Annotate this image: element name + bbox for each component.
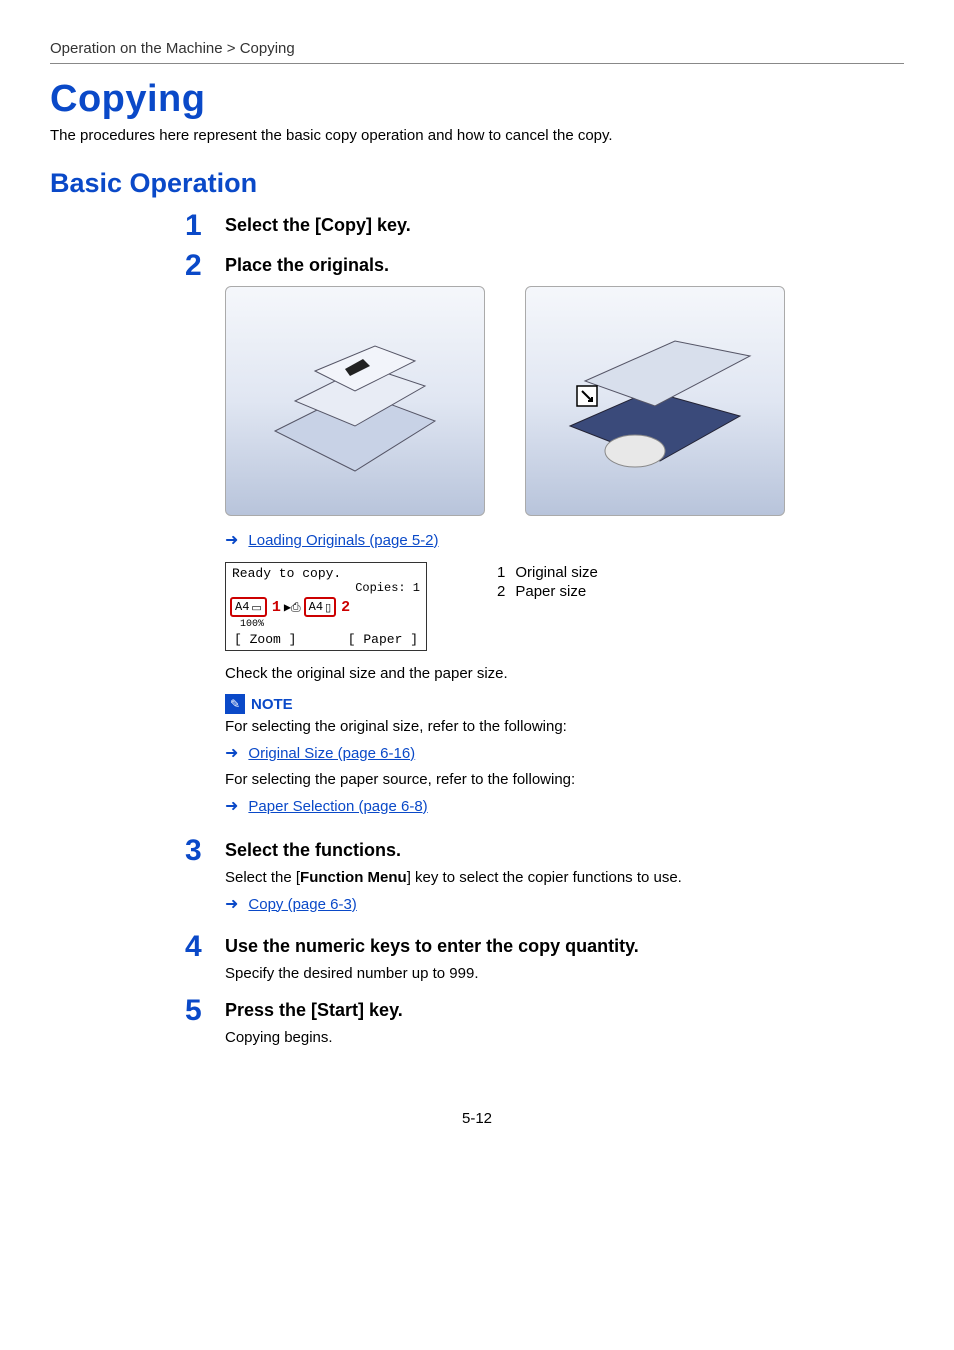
lcd-paper-size: A4 [309, 600, 323, 614]
intro-text: The procedures here represent the basic … [50, 127, 904, 144]
divider [50, 63, 904, 64]
lcd-paper-size-box: A4▯ [304, 597, 336, 617]
lcd-tab-paper: [ Paper ] [348, 632, 418, 647]
step-title: Press the [Start] key. [225, 1000, 904, 1021]
legend-text: Paper size [515, 583, 586, 600]
loading-originals-link[interactable]: Loading Originals (page 5-2) [248, 532, 438, 549]
lcd-tab-zoom: [ Zoom ] [234, 632, 296, 647]
page-number: 5-12 [50, 1110, 904, 1127]
link-row: ➜ Paper Selection (page 6-8) [225, 796, 904, 816]
lcd-original-size-box: A4▭ [230, 597, 267, 617]
legend-num: 2 [497, 583, 505, 600]
link-row: ➜ Copy (page 6-3) [225, 894, 904, 914]
step-title: Place the originals. [225, 255, 904, 276]
breadcrumb: Operation on the Machine > Copying [50, 40, 904, 63]
arrow-right-icon: ➜ [225, 894, 238, 914]
step-4: 4 Use the numeric keys to enter the copy… [50, 936, 904, 986]
illustration-row [225, 286, 904, 516]
note-text-2: For selecting the paper source, refer to… [225, 771, 904, 788]
legend-num: 1 [497, 564, 505, 581]
step-text: Select the [Function Menu] key to select… [225, 869, 904, 886]
lcd-copies: Copies: 1 [226, 581, 426, 595]
note-icon: ✎ [225, 694, 245, 714]
paper-selection-link[interactable]: Paper Selection (page 6-8) [248, 798, 427, 815]
link-row: ➜ Original Size (page 6-16) [225, 743, 904, 763]
step-1: 1 Select the [Copy] key. [50, 215, 904, 245]
legend-row-2: 2 Paper size [497, 583, 598, 600]
lcd-original-size: A4 [235, 600, 249, 614]
step-title: Use the numeric keys to enter the copy q… [225, 936, 904, 957]
arrow-between-icon: ▶⎙ [284, 600, 301, 615]
section-title: Basic Operation [50, 168, 904, 199]
step-number: 2 [185, 251, 225, 281]
callout-1: 1 [272, 599, 281, 616]
step-number: 3 [185, 836, 225, 866]
arrow-right-icon: ➜ [225, 743, 238, 763]
step-number: 4 [185, 932, 225, 962]
original-size-link[interactable]: Original Size (page 6-16) [248, 745, 415, 762]
step-5: 5 Press the [Start] key. Copying begins. [50, 1000, 904, 1050]
step-title: Select the [Copy] key. [225, 215, 904, 236]
lcd-legend: 1 Original size 2 Paper size [497, 562, 598, 602]
callout-2: 2 [341, 599, 350, 616]
check-text: Check the original size and the paper si… [225, 665, 904, 682]
legend-row-1: 1 Original size [497, 564, 598, 581]
illustration-platen-glass [525, 286, 785, 516]
step-2: 2 Place the originals. [50, 255, 904, 824]
illustration-machine-adf [225, 286, 485, 516]
arrow-right-icon: ➜ [225, 530, 238, 550]
arrow-right-icon: ➜ [225, 796, 238, 816]
note-box: ✎ NOTE For selecting the original size, … [225, 694, 904, 816]
step-number: 1 [185, 211, 225, 241]
note-text-1: For selecting the original size, refer t… [225, 718, 904, 735]
step-text: Specify the desired number up to 999. [225, 965, 904, 982]
orientation-portrait-icon: ▯ [325, 601, 331, 614]
lcd-zoom-percent: 100% [226, 619, 426, 630]
lcd-status: Ready to copy. [226, 563, 426, 581]
link-row: ➜ Loading Originals (page 5-2) [225, 530, 904, 550]
step-number: 5 [185, 996, 225, 1026]
page-title: Copying [50, 78, 904, 121]
step-text: Copying begins. [225, 1029, 904, 1046]
note-label: NOTE [251, 696, 293, 713]
step-3: 3 Select the functions. Select the [Func… [50, 840, 904, 922]
legend-text: Original size [515, 564, 598, 581]
lcd-display: Ready to copy. Copies: 1 A4▭ 1 ▶⎙ A4▯ 2 … [225, 562, 427, 651]
orientation-landscape-icon: ▭ [251, 601, 261, 614]
copy-link[interactable]: Copy (page 6-3) [248, 896, 356, 913]
step-title: Select the functions. [225, 840, 904, 861]
